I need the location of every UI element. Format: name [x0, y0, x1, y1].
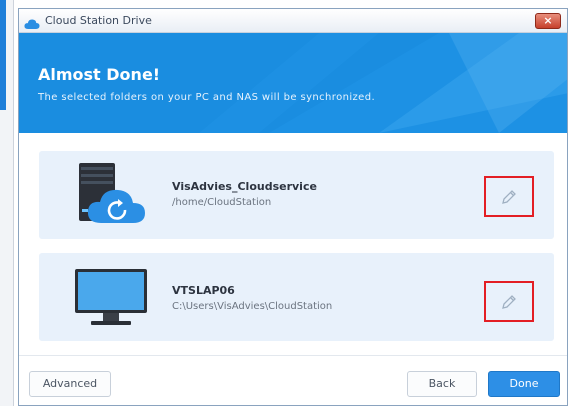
- cloud-icon: [24, 15, 40, 29]
- background-window-accent: [0, 0, 6, 110]
- close-icon: ×: [543, 14, 553, 27]
- page-subtitle: The selected folders on your PC and NAS …: [38, 92, 376, 103]
- wizard-header: Almost Done! The selected folders on you…: [19, 33, 567, 133]
- nas-path: /home/CloudStation: [172, 197, 272, 208]
- footer-divider: [19, 355, 567, 356]
- nas-server-sync-icon: [73, 161, 149, 227]
- pc-name: VTSLAP06: [172, 284, 235, 297]
- pencil-icon[interactable]: [500, 293, 518, 311]
- title-bar[interactable]: Cloud Station Drive ×: [19, 9, 567, 33]
- back-button[interactable]: Back: [407, 371, 477, 397]
- cloud-station-drive-window: Cloud Station Drive × Almost Done! The s…: [18, 8, 568, 406]
- advanced-button[interactable]: Advanced: [29, 371, 111, 397]
- nas-edit-highlight: [484, 176, 534, 217]
- pc-folder-card: VTSLAP06 C:\Users\VisAdvies\CloudStation: [39, 253, 554, 341]
- close-button[interactable]: ×: [535, 13, 561, 29]
- done-button[interactable]: Done: [488, 371, 560, 397]
- pc-edit-highlight: [484, 281, 534, 322]
- screen: Cloud Station Drive × Almost Done! The s…: [0, 0, 570, 406]
- nas-name: VisAdvies_Cloudservice: [172, 180, 317, 193]
- pencil-icon[interactable]: [500, 188, 518, 206]
- monitor-icon: [73, 267, 149, 329]
- pc-path: C:\Users\VisAdvies\CloudStation: [172, 301, 333, 312]
- background-window-edge: [0, 0, 14, 406]
- nas-folder-card: VisAdvies_Cloudservice /home/CloudStatio…: [39, 151, 554, 239]
- window-title: Cloud Station Drive: [45, 14, 152, 27]
- page-title: Almost Done!: [38, 65, 161, 84]
